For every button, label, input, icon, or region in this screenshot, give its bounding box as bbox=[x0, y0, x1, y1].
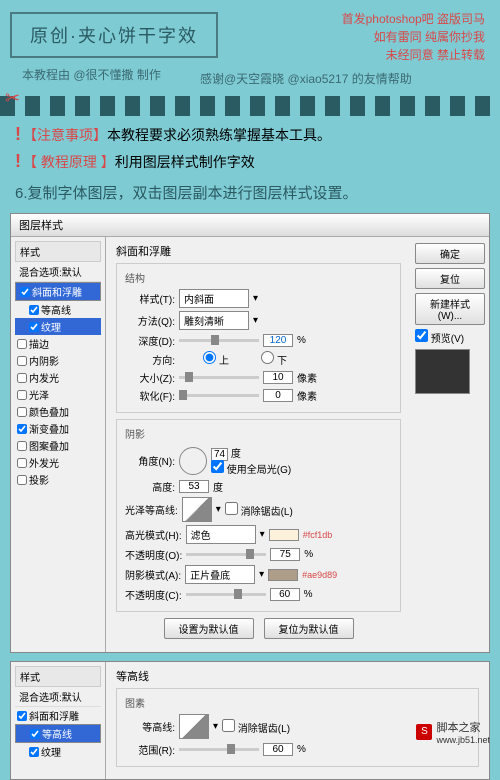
styles-header[interactable]: 样式 bbox=[15, 241, 101, 262]
style-item-纹理[interactable]: 纹理 bbox=[15, 743, 101, 760]
shading-label: 阴影 bbox=[125, 426, 392, 441]
shadow-mode-select[interactable]: 正片叠底 bbox=[185, 565, 255, 584]
highlight-mode-label: 高光模式(H): bbox=[125, 527, 182, 542]
highlight-mode-select[interactable]: 滤色 bbox=[186, 525, 256, 544]
thanks-line: 感谢@天空霞晓 @xiao5217 的友情帮助 bbox=[200, 70, 412, 87]
size-label: 大小(Z): bbox=[125, 370, 175, 385]
style-label: 样式(T): bbox=[125, 291, 175, 306]
depth-input[interactable]: 120 bbox=[263, 334, 293, 347]
antialias-checkbox-2[interactable]: 消除锯齿(L) bbox=[222, 719, 290, 735]
angle-label: 角度(N): bbox=[125, 453, 175, 468]
highlight-opacity-label: 不透明度(O): bbox=[125, 547, 182, 562]
logo-icon: S bbox=[416, 724, 432, 740]
preview-thumbnail bbox=[415, 349, 470, 394]
style-item-斜面和浮雕[interactable]: 斜面和浮雕 bbox=[15, 707, 101, 724]
angle-dial[interactable] bbox=[179, 447, 207, 475]
size-slider[interactable] bbox=[179, 376, 259, 379]
divider bbox=[0, 96, 500, 116]
size-input[interactable]: 10 bbox=[263, 371, 293, 384]
method-select[interactable]: 雕刻清晰 bbox=[179, 311, 249, 330]
style-item-光泽[interactable]: 光泽 bbox=[15, 386, 101, 403]
shadow-opacity-slider[interactable] bbox=[186, 593, 266, 596]
notice-1: !【注意事项】本教程要求必须熟练掌握基本工具。 bbox=[15, 124, 485, 145]
step-label: 6.复制字体图层，双击图层副本进行图层样式设置。 bbox=[15, 182, 485, 203]
altitude-input[interactable]: 53 bbox=[179, 480, 209, 493]
highlight-opacity-slider[interactable] bbox=[186, 553, 266, 556]
notice-2: !【 教程原理 】利用图层样式制作字效 bbox=[15, 151, 485, 172]
reset-default-button[interactable]: 复位为默认值 bbox=[264, 618, 354, 639]
style-item-内发光[interactable]: 内发光 bbox=[15, 369, 101, 386]
shadow-opacity-label: 不透明度(C): bbox=[125, 587, 182, 602]
element-label: 图素 bbox=[125, 695, 470, 710]
cancel-button[interactable]: 复位 bbox=[415, 268, 485, 289]
style-item-投影[interactable]: 投影 bbox=[15, 471, 101, 488]
global-light-checkbox[interactable]: 使用全局光(G) bbox=[211, 465, 291, 476]
style-item-等高线[interactable]: 等高线 bbox=[15, 724, 101, 743]
new-style-button[interactable]: 新建样式(W)... bbox=[415, 293, 485, 325]
watermark: S 脚本之家www.jb51.net bbox=[416, 719, 490, 745]
shadow-opacity-input[interactable]: 60 bbox=[270, 588, 300, 601]
style-item-渐变叠加[interactable]: 渐变叠加 bbox=[15, 420, 101, 437]
altitude-label: 高度: bbox=[125, 479, 175, 494]
structure-label: 结构 bbox=[125, 270, 392, 285]
styles-header-2[interactable]: 样式 bbox=[15, 666, 101, 687]
style-item-图案叠加[interactable]: 图案叠加 bbox=[15, 437, 101, 454]
style-select[interactable]: 内斜面 bbox=[179, 289, 249, 308]
soften-label: 软化(F): bbox=[125, 388, 175, 403]
make-default-button[interactable]: 设置为默认值 bbox=[164, 618, 254, 639]
direction-label: 方向: bbox=[125, 352, 175, 367]
contour-picker[interactable] bbox=[179, 714, 209, 739]
antialias-checkbox[interactable]: 消除锯齿(L) bbox=[225, 502, 293, 518]
blend-options-2[interactable]: 混合选项:默认 bbox=[15, 687, 101, 707]
style-item-斜面和浮雕[interactable]: 斜面和浮雕 bbox=[15, 282, 101, 301]
warning-1: 首发photoshop吧 盗版司马 bbox=[342, 10, 485, 28]
dialog-title: 图层样式 bbox=[11, 214, 489, 237]
styles-list: 样式 混合选项:默认 斜面和浮雕等高线纹理描边内阴影内发光光泽颜色叠加渐变叠加图… bbox=[11, 237, 106, 652]
gloss-contour-picker[interactable] bbox=[182, 497, 212, 522]
bevel-title: 斜面和浮雕 bbox=[116, 243, 401, 259]
highlight-hex: #fcf1db bbox=[303, 530, 333, 540]
highlight-opacity-input[interactable]: 75 bbox=[270, 548, 300, 561]
shadow-mode-label: 阴影模式(A): bbox=[125, 567, 181, 582]
contour-label: 等高线: bbox=[125, 719, 175, 734]
highlight-color-swatch[interactable] bbox=[269, 529, 299, 541]
soften-slider[interactable] bbox=[179, 394, 259, 397]
tutorial-title: 原创·夹心饼干字效 bbox=[10, 12, 218, 58]
dir-up-radio[interactable]: 上 bbox=[179, 351, 229, 367]
style-item-外发光[interactable]: 外发光 bbox=[15, 454, 101, 471]
shadow-color-swatch[interactable] bbox=[268, 569, 298, 581]
preview-checkbox[interactable]: 预览(V) bbox=[415, 334, 464, 345]
method-label: 方法(Q): bbox=[125, 313, 175, 328]
layer-style-dialog: 图层样式 样式 混合选项:默认 斜面和浮雕等高线纹理描边内阴影内发光光泽颜色叠加… bbox=[10, 213, 490, 653]
warning-3: 未经同意 禁止转载 bbox=[386, 46, 485, 64]
soften-input[interactable]: 0 bbox=[263, 389, 293, 402]
style-item-颜色叠加[interactable]: 颜色叠加 bbox=[15, 403, 101, 420]
warning-2: 如有雷同 纯属你抄我 bbox=[374, 28, 485, 46]
gloss-contour-label: 光泽等高线: bbox=[125, 502, 178, 517]
blend-options[interactable]: 混合选项:默认 bbox=[15, 262, 101, 282]
style-item-内阴影[interactable]: 内阴影 bbox=[15, 352, 101, 369]
shadow-hex: #ae9d89 bbox=[302, 570, 337, 580]
dir-down-radio[interactable]: 下 bbox=[237, 351, 287, 367]
style-item-纹理[interactable]: 纹理 bbox=[15, 318, 101, 335]
style-item-等高线[interactable]: 等高线 bbox=[15, 301, 101, 318]
style-item-描边[interactable]: 描边 bbox=[15, 335, 101, 352]
depth-slider[interactable] bbox=[179, 339, 259, 342]
depth-label: 深度(D): bbox=[125, 333, 175, 348]
scissors-icon: ✂ bbox=[5, 88, 20, 109]
ok-button[interactable]: 确定 bbox=[415, 243, 485, 264]
contour-title: 等高线 bbox=[116, 668, 479, 684]
